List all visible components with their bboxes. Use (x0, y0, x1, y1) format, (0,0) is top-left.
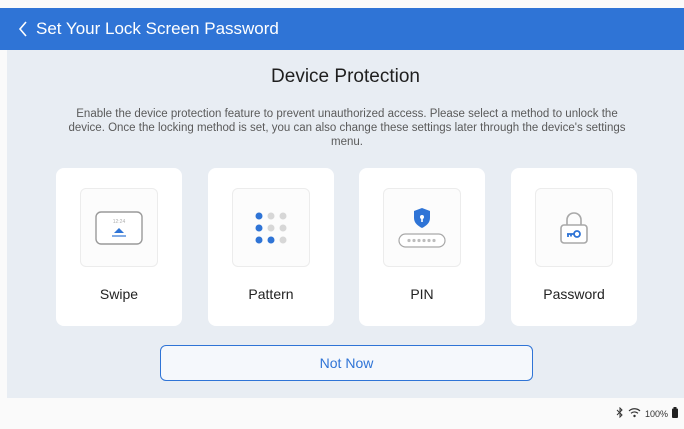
password-option-card[interactable]: Password (511, 168, 637, 326)
swipe-option-card[interactable]: 12:24 Swipe (56, 168, 182, 326)
pattern-icon (232, 188, 310, 267)
page-title: Set Your Lock Screen Password (36, 19, 279, 38)
pin-label: PIN (410, 286, 434, 302)
battery-icon (672, 407, 678, 420)
battery-percent: 100% (644, 408, 668, 419)
chevron-left-icon[interactable] (12, 18, 34, 40)
swipe-label: Swipe (99, 286, 139, 302)
pin-icon (383, 188, 461, 267)
status-bar: 100% (0, 398, 684, 429)
pattern-option-card[interactable]: Pattern (208, 168, 334, 326)
top-app-bar: Set Your Lock Screen Password (0, 8, 684, 50)
password-label: Password (543, 286, 605, 302)
main-panel: Device Protection Enable the device prot… (7, 50, 684, 398)
pin-option-card[interactable]: PIN (359, 168, 485, 326)
status-icons: 100% (616, 406, 678, 420)
password-icon (535, 188, 613, 267)
not-now-button[interactable]: Not Now (160, 345, 533, 381)
section-description: Enable the device protection feature to … (68, 108, 626, 148)
clock-text: 12:24 (113, 219, 126, 225)
wifi-icon (628, 407, 641, 420)
swipe-icon: 12:24 (80, 188, 158, 267)
section-title: Device Protection (271, 66, 420, 87)
bluetooth-icon (616, 406, 624, 420)
pattern-label: Pattern (248, 286, 294, 302)
